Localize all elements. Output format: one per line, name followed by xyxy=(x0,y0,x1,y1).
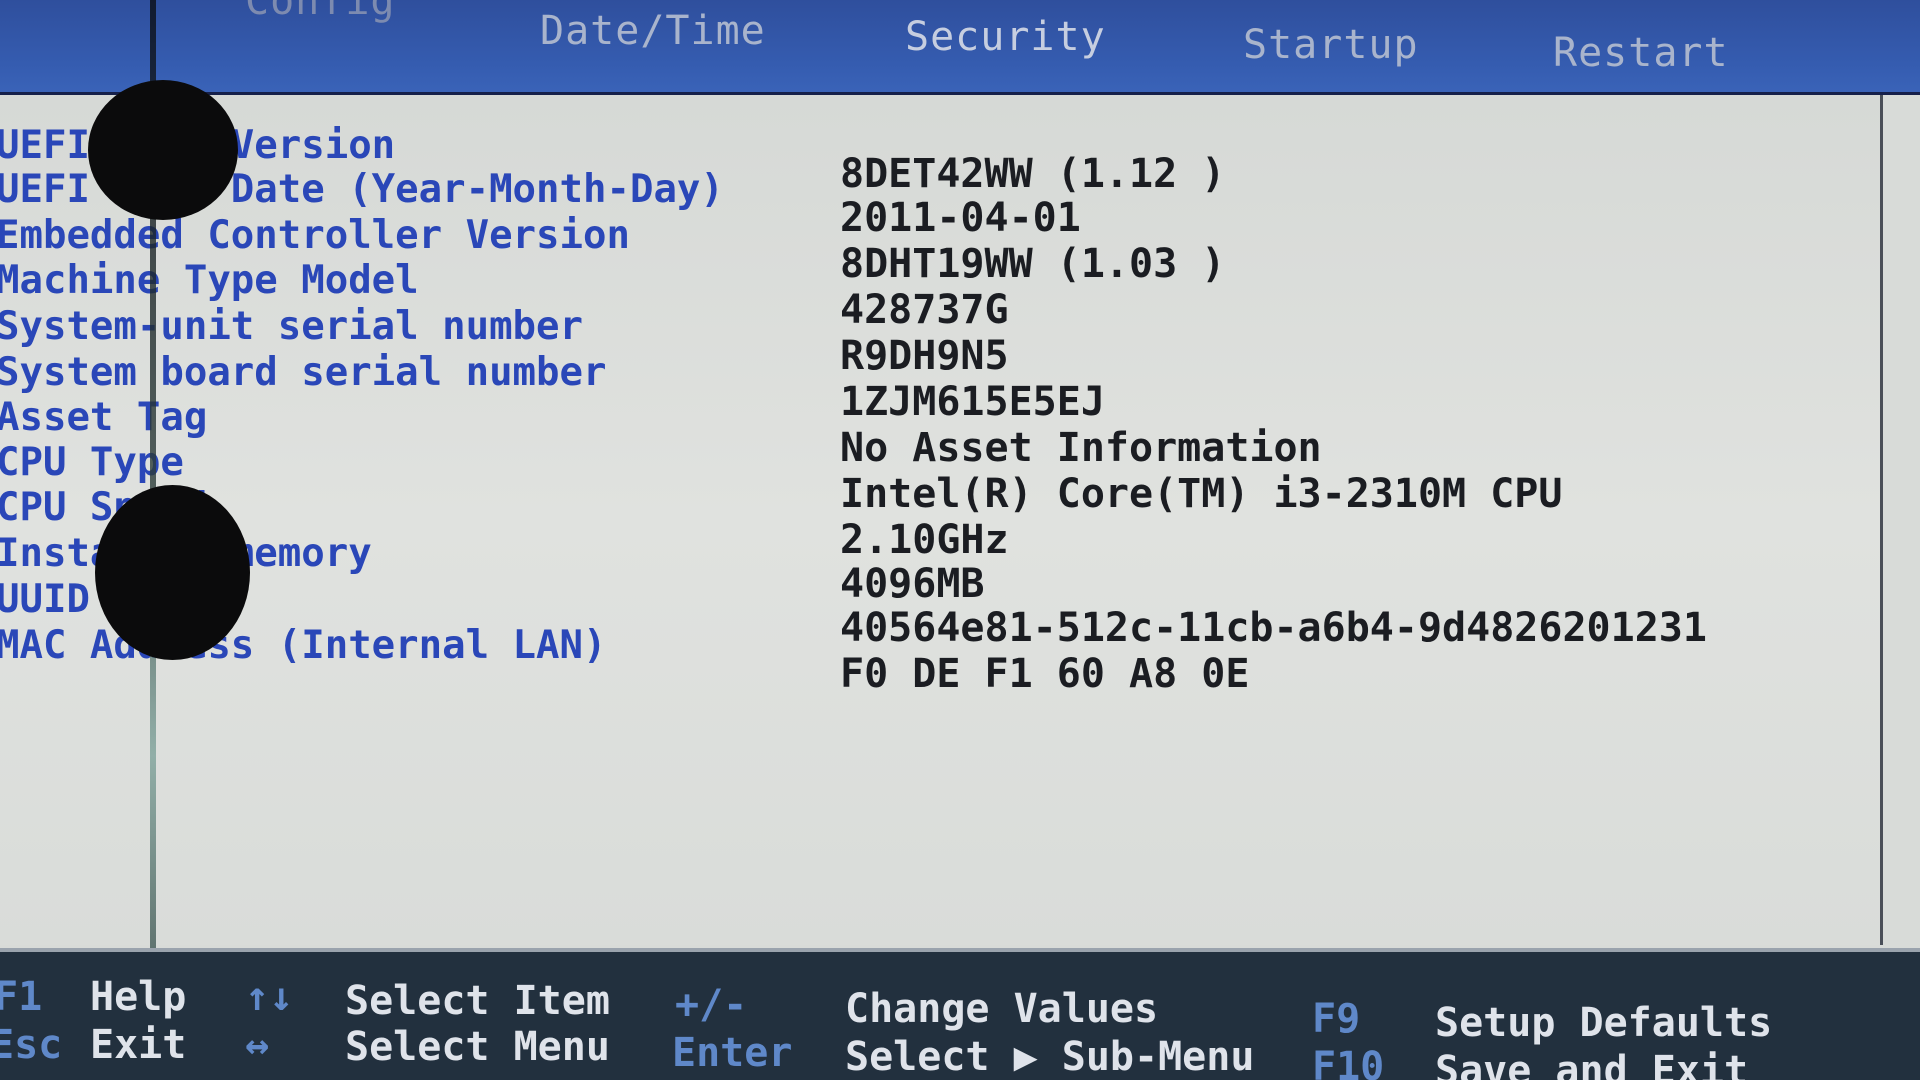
esc-key: Esc xyxy=(0,1022,63,1068)
bios-tab-bar: Config Date/Time Security Startup Restar… xyxy=(0,0,1920,95)
info-value-ec-version: 8DHT19WW (1.03 ) xyxy=(840,241,1226,287)
info-value-cpu-speed: 2.10GHz xyxy=(840,517,1009,563)
select-menu-label[interactable]: Select Menu xyxy=(345,1024,610,1070)
info-value-uefi-bios-date: 2011-04-01 xyxy=(840,195,1081,241)
info-value-machine-type-model: 428737G xyxy=(840,287,1009,333)
info-value-system-unit-serial: R9DH9N5 xyxy=(840,333,1009,379)
setup-defaults-label[interactable]: Setup Defaults xyxy=(1435,1000,1772,1046)
bios-screen: Config Date/Time Security Startup Restar… xyxy=(0,0,1920,1080)
screen-damage-blot xyxy=(88,80,238,220)
system-information-panel: UEFI BIOS Version 8DET42WW (1.12 ) UEFI … xyxy=(0,95,1883,945)
plus-minus-key: +/- xyxy=(675,982,748,1028)
tab-config[interactable]: Config xyxy=(245,0,396,24)
info-label-system-unit-serial: System-unit serial number xyxy=(0,304,583,349)
info-label-machine-type-model: Machine Type Model xyxy=(0,258,419,303)
info-label-uuid: UUID xyxy=(0,577,90,622)
arrow-leftright-key: ↔ xyxy=(245,1022,270,1068)
info-value-installed-memory: 4096MB xyxy=(840,561,985,607)
screen-damage-blot xyxy=(95,485,250,660)
info-value-cpu-type: Intel(R) Core(TM) i3-2310M CPU xyxy=(840,471,1563,517)
info-value-asset-tag: No Asset Information xyxy=(840,425,1322,471)
select-submenu-label[interactable]: Select ▶ Sub-Menu xyxy=(845,1034,1254,1080)
info-value-uefi-bios-version: 8DET42WW (1.12 ) xyxy=(840,151,1226,197)
info-label-cpu-type: CPU Type xyxy=(0,440,184,485)
info-label-system-board-serial: System board serial number xyxy=(0,350,607,395)
arrow-updown-key: ↑↓ xyxy=(245,974,294,1020)
f10-key: F10 xyxy=(1312,1044,1385,1080)
tab-security[interactable]: Security xyxy=(905,14,1106,60)
save-and-exit-label[interactable]: Save and Exit xyxy=(1435,1048,1748,1080)
change-values-label[interactable]: Change Values xyxy=(845,986,1158,1032)
help-label[interactable]: Help xyxy=(90,974,186,1020)
f9-key: F9 xyxy=(1312,996,1361,1042)
tab-startup[interactable]: Startup xyxy=(1243,22,1419,68)
info-value-mac-address: F0 DE F1 60 A8 0E xyxy=(840,651,1250,697)
info-value-uuid: 40564e81-512c-11cb-a6b4-9d4826201231 xyxy=(840,605,1707,651)
info-label-ec-version: Embedded Controller Version xyxy=(0,213,630,258)
info-label-asset-tag: Asset Tag xyxy=(0,395,208,440)
key-help-bar: F1 Help ↑↓ Select Item +/- Change Values… xyxy=(0,948,1920,1080)
enter-key: Enter xyxy=(672,1030,793,1076)
select-item-label[interactable]: Select Item xyxy=(345,978,610,1024)
tab-date-time[interactable]: Date/Time xyxy=(540,8,766,54)
tab-restart[interactable]: Restart xyxy=(1553,30,1729,76)
info-label-mac-address: MAC Address (Internal LAN) xyxy=(0,623,607,668)
exit-label[interactable]: Exit xyxy=(90,1022,186,1068)
help-key: F1 xyxy=(0,974,43,1020)
info-value-system-board-serial: 1ZJM615E5EJ xyxy=(840,379,1105,425)
